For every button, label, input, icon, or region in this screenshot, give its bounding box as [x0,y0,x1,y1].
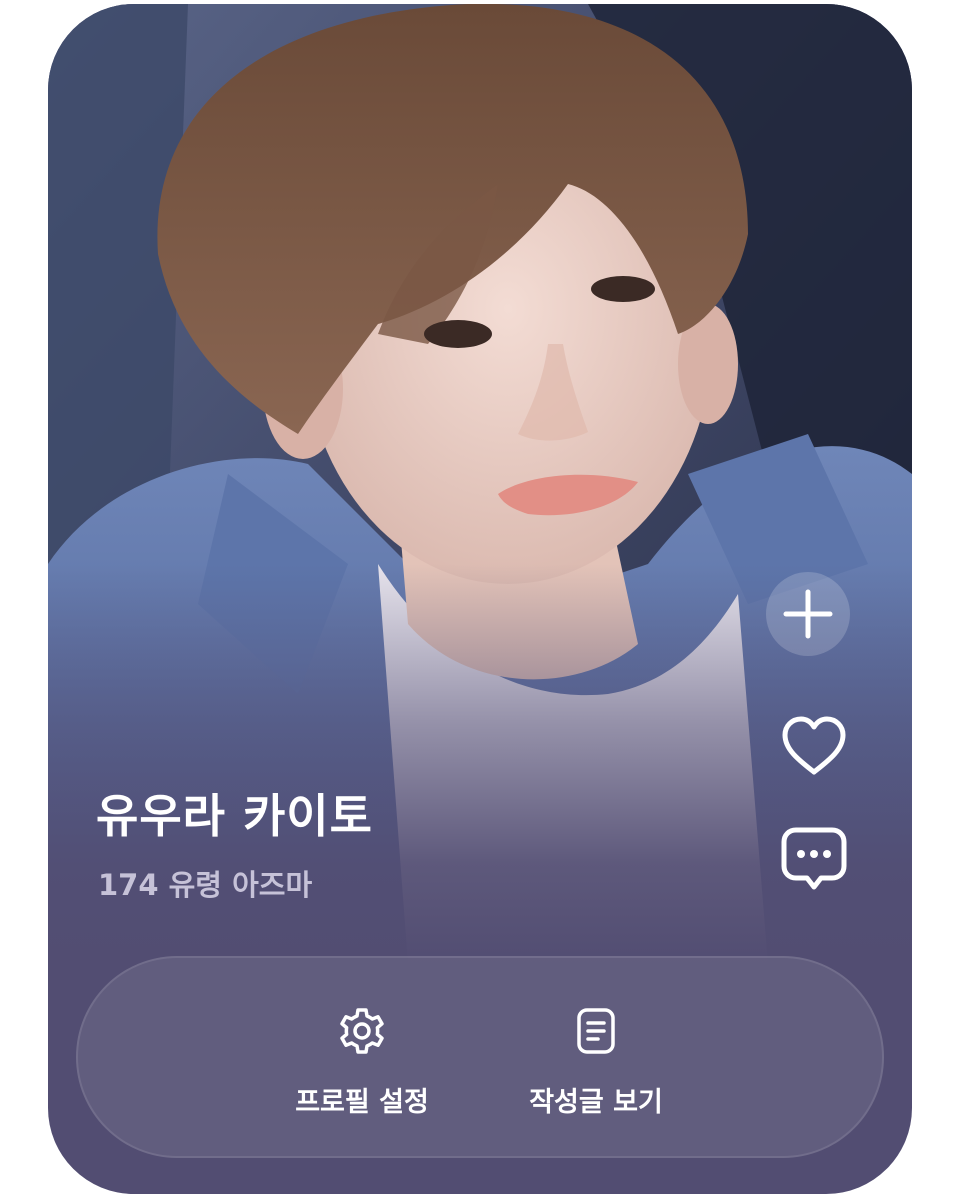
chat-bubble-icon [781,827,847,890]
profile-settings-button[interactable]: 프로필 설정 [262,1006,462,1119]
plus-icon [783,589,833,639]
profile-subtitle: 174 유령 아즈마 [98,868,313,902]
view-posts-label: 작성글 보기 [529,1087,663,1118]
like-button[interactable] [772,704,856,788]
profile-card: 유우라 카이토 174 유령 아즈마 프로필 설정 작성글 보기 [48,4,912,1194]
heart-icon [782,716,846,775]
add-button[interactable] [766,572,850,656]
profile-settings-label: 프로필 설정 [295,1087,429,1118]
view-posts-button[interactable]: 작성글 보기 [496,1006,696,1119]
gear-icon [340,1008,384,1054]
document-icon [577,1008,615,1054]
profile-name: 유우라 카이토 [96,789,373,843]
chat-button[interactable] [772,816,856,900]
action-bar: 프로필 설정 작성글 보기 [76,956,884,1158]
